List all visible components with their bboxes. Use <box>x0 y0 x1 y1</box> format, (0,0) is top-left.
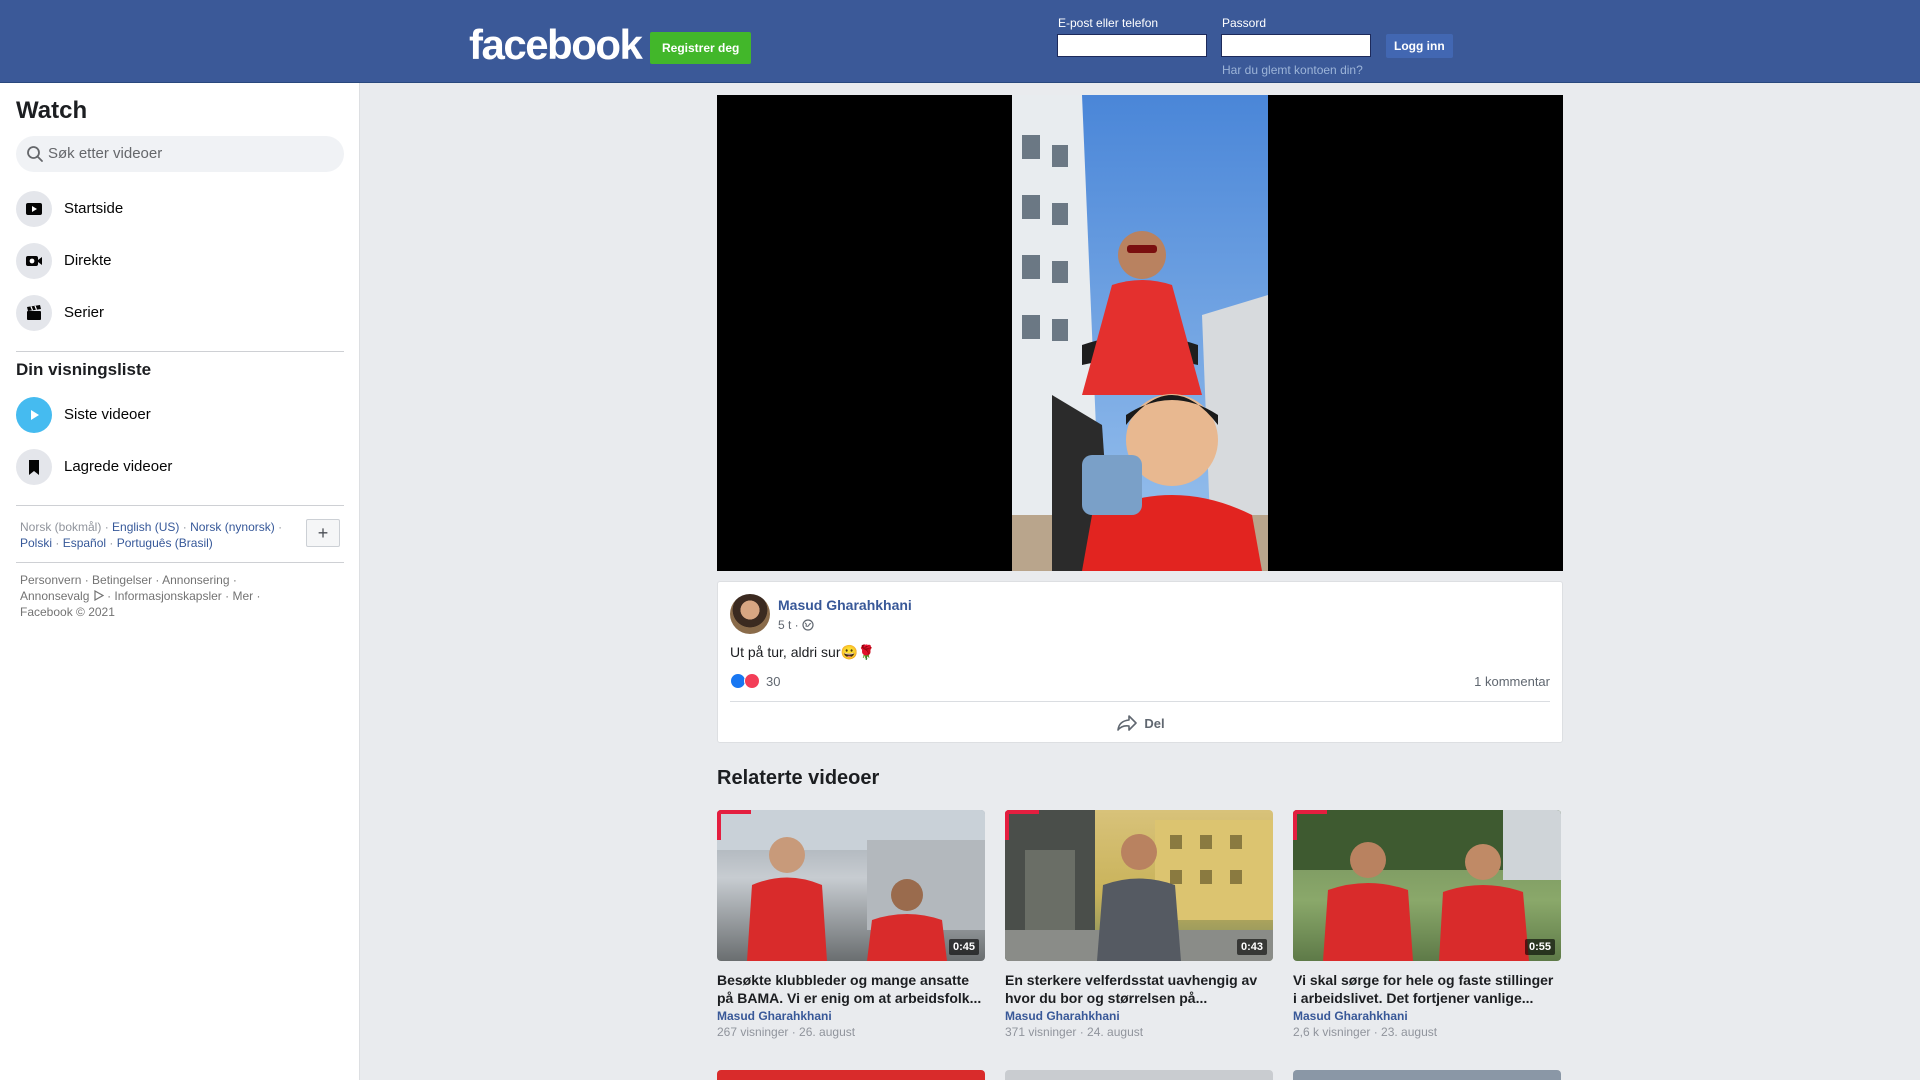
footer-link[interactable]: Informasjonskapsler <box>114 589 221 603</box>
post-text: Ut på tur, aldri sur😀🌹 <box>730 644 876 660</box>
sidebar: Watch Søk etter videoer Startside Direkt… <box>0 83 360 1080</box>
video-title[interactable]: En sterkere velferdsstat uavhengig av hv… <box>1005 971 1273 1007</box>
sidebar-item-label: Startside <box>64 200 124 217</box>
globe-icon <box>802 619 814 631</box>
watchlist-heading: Din visningsliste <box>16 360 152 379</box>
footer-link[interactable]: Mer <box>232 589 253 603</box>
related-video-card[interactable]: 0:43 En sterkere velferdsstat uavhengig … <box>1005 810 1273 1039</box>
live-camera-icon <box>16 243 52 279</box>
share-button[interactable]: Del <box>718 708 1564 738</box>
footer-link[interactable]: Annonsevalg <box>20 589 89 603</box>
search-placeholder: Søk etter videoer <box>48 145 163 162</box>
add-language-button[interactable]: + <box>306 519 340 547</box>
video-duration: 0:45 <box>948 939 979 955</box>
post-meta: 5 t · <box>778 618 814 632</box>
video-author[interactable]: Masud Gharahkhani <box>1293 1009 1561 1023</box>
thumbnail-image <box>1005 810 1273 961</box>
video-duration: 0:55 <box>1524 939 1555 955</box>
footer-link[interactable]: Personvern <box>20 573 81 587</box>
video-thumbnail[interactable]: 0:55 <box>1293 810 1561 961</box>
footer-links: Personvern · Betingelser · Annonsering ·… <box>20 573 261 619</box>
divider <box>730 701 1550 702</box>
divider <box>16 562 344 563</box>
thumbnail-accent <box>717 810 721 840</box>
language-link[interactable]: Polski <box>20 536 52 550</box>
language-link[interactable]: Português (Brasil) <box>117 536 213 550</box>
language-link[interactable]: Español <box>63 536 106 550</box>
language-list: Norsk (bokmål) · English (US) · Norsk (n… <box>20 520 283 550</box>
register-button[interactable]: Registrer deg <box>650 32 752 64</box>
comments-link[interactable]: 1 kommentar <box>1474 674 1550 689</box>
thumbnail-accent <box>1005 810 1009 840</box>
thumbnail-image <box>717 810 985 961</box>
video-frame <box>1012 95 1268 571</box>
play-square-icon <box>16 191 52 227</box>
sidebar-item-label: Lagrede videoer <box>64 458 173 475</box>
share-label: Del <box>1144 715 1165 731</box>
search-input[interactable]: Søk etter videoer <box>16 136 344 172</box>
thumbnail-accent <box>1293 810 1327 814</box>
related-video-card[interactable]: 0:45 Besøkte klubbleder og mange ansatte… <box>717 810 985 1039</box>
sidebar-item-label: Siste videoer <box>64 406 151 423</box>
video-thumbnail[interactable]: 0:45 <box>717 810 985 961</box>
reactions-summary[interactable]: 30 <box>730 672 780 690</box>
email-label: E-post eller telefon <box>1058 16 1159 30</box>
current-language: Norsk (bokmål) <box>20 520 102 534</box>
video-meta: 267 visninger · 26. august <box>717 1025 856 1039</box>
video-thumbnail[interactable]: 0:43 <box>1005 810 1273 961</box>
video-author[interactable]: Masud Gharahkhani <box>1005 1009 1273 1023</box>
related-video-thumbnail-partial[interactable] <box>1005 1070 1273 1080</box>
avatar[interactable] <box>730 594 770 634</box>
password-field[interactable] <box>1221 34 1371 57</box>
reaction-count: 30 <box>766 673 781 689</box>
forgot-account-link[interactable]: Har du glemt kontoen din? <box>1222 63 1363 77</box>
post-time[interactable]: 5 t · <box>778 618 799 632</box>
copyright: Facebook © 2021 <box>20 605 115 619</box>
thumbnail-accent <box>1005 810 1039 814</box>
video-duration: 0:43 <box>1236 939 1267 955</box>
video-player[interactable] <box>717 95 1563 571</box>
top-bar: facebook Registrer deg E-post eller tele… <box>0 0 1920 83</box>
sidebar-item-direkte[interactable]: Direkte <box>16 239 344 283</box>
footer-link[interactable]: Annonsering <box>162 573 229 587</box>
video-meta: 2,6 k visninger · 23. august <box>1293 1025 1438 1039</box>
sidebar-item-label: Direkte <box>64 252 112 269</box>
sidebar-item-siste-videoer[interactable]: Siste videoer <box>16 393 344 437</box>
clapperboard-icon <box>16 295 52 331</box>
thumbnail-accent <box>1293 810 1297 840</box>
related-videos-heading: Relaterte videoer <box>717 767 880 789</box>
video-meta: 371 visninger · 24. august <box>1005 1025 1144 1039</box>
facebook-logo[interactable]: facebook <box>469 24 643 66</box>
related-video-card[interactable]: 0:55 Vi skal sørge for hele og faste sti… <box>1293 810 1561 1039</box>
love-reaction-icon <box>744 673 760 689</box>
thumbnail-image <box>1293 810 1561 961</box>
sidebar-item-label: Serier <box>64 304 105 321</box>
divider <box>16 351 344 352</box>
bookmark-icon <box>16 449 52 485</box>
language-link[interactable]: English (US) <box>112 520 179 534</box>
sidebar-item-lagrede-videoer[interactable]: Lagrede videoer <box>16 445 344 489</box>
related-video-thumbnail-partial[interactable] <box>1293 1070 1561 1080</box>
search-icon <box>27 146 43 162</box>
share-icon <box>1117 715 1138 731</box>
adchoices-icon <box>94 589 104 602</box>
related-video-thumbnail-partial[interactable] <box>717 1070 985 1080</box>
video-title[interactable]: Vi skal sørge for hele og faste stilling… <box>1293 971 1561 1007</box>
video-title[interactable]: Besøkte klubbleder og mange ansatte på B… <box>717 971 985 1007</box>
sidebar-item-serier[interactable]: Serier <box>16 291 344 335</box>
language-link[interactable]: Norsk (nynorsk) <box>190 520 275 534</box>
password-label: Passord <box>1222 16 1267 30</box>
play-circle-icon <box>16 397 52 433</box>
post-author[interactable]: Masud Gharahkhani <box>778 597 912 613</box>
sidebar-item-startside[interactable]: Startside <box>16 187 344 231</box>
thumbnail-accent <box>717 810 751 814</box>
post-card: Masud Gharahkhani 5 t · Ut på tur, aldri… <box>717 581 1563 743</box>
login-button[interactable]: Logg inn <box>1386 34 1453 58</box>
video-author[interactable]: Masud Gharahkhani <box>717 1009 985 1023</box>
page-title: Watch <box>16 97 88 124</box>
footer-link[interactable]: Betingelser <box>92 573 152 587</box>
email-field[interactable] <box>1057 34 1207 57</box>
divider <box>16 505 344 506</box>
